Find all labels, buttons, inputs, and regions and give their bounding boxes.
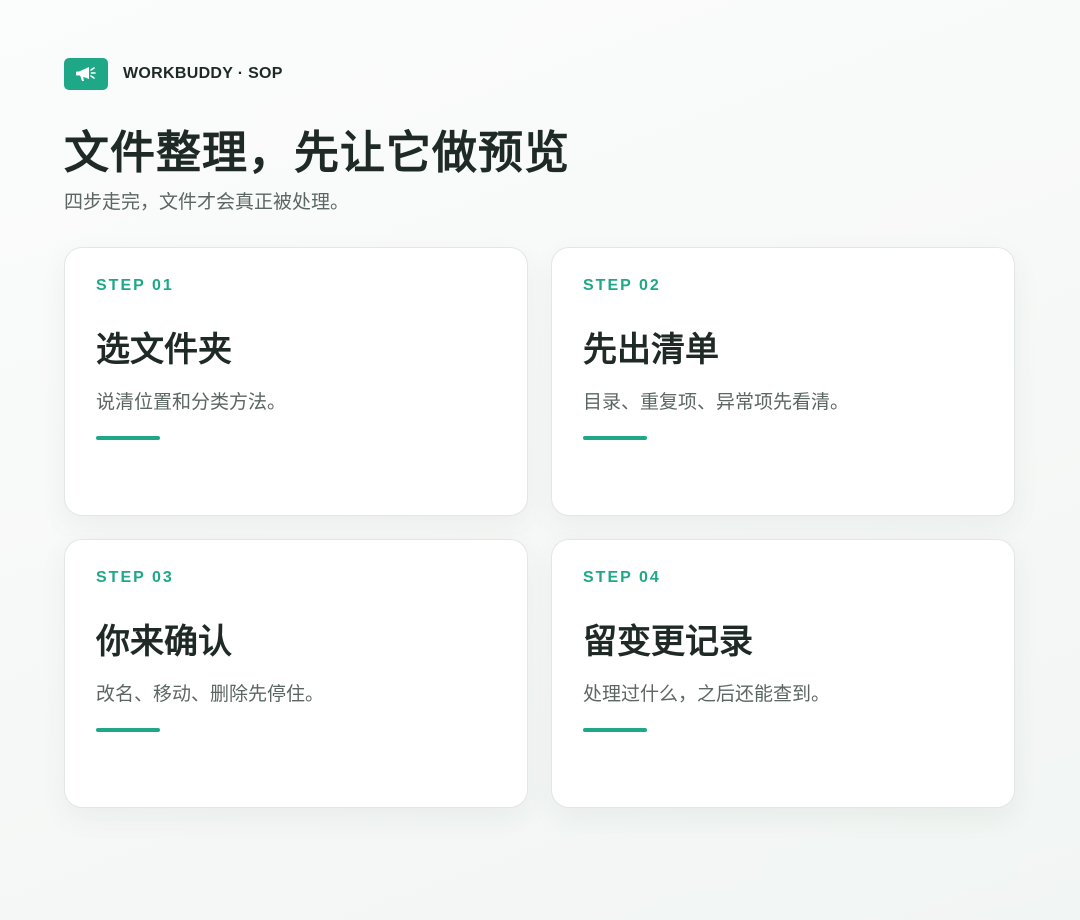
step-accent-bar <box>96 728 160 732</box>
step-card-02: STEP 02 先出清单 目录、重复项、异常项先看清。 <box>551 247 1015 516</box>
megaphone-icon <box>64 58 108 90</box>
step-label: STEP 02 <box>583 277 661 294</box>
brand-header: WORKBUDDY · SOP <box>64 58 283 90</box>
step-title: 先出清单 <box>583 330 719 370</box>
step-label: STEP 04 <box>583 569 661 586</box>
step-description: 改名、移动、删除先停住。 <box>96 683 325 705</box>
step-accent-bar <box>583 728 647 732</box>
step-label: STEP 03 <box>96 569 174 586</box>
step-card-01: STEP 01 选文件夹 说清位置和分类方法。 <box>64 247 528 516</box>
step-title: 选文件夹 <box>96 330 232 370</box>
step-card-04: STEP 04 留变更记录 处理过什么，之后还能查到。 <box>551 539 1015 808</box>
page-title: 文件整理，先让它做预览 <box>64 126 571 179</box>
step-description: 说清位置和分类方法。 <box>96 391 287 413</box>
step-accent-bar <box>583 436 647 440</box>
step-title: 你来确认 <box>96 622 232 662</box>
step-label: STEP 01 <box>96 277 174 294</box>
step-description: 目录、重复项、异常项先看清。 <box>583 391 850 413</box>
step-accent-bar <box>96 436 160 440</box>
brand-name: WORKBUDDY · SOP <box>123 65 283 82</box>
step-description: 处理过什么，之后还能查到。 <box>583 683 831 705</box>
step-card-03: STEP 03 你来确认 改名、移动、删除先停住。 <box>64 539 528 808</box>
step-title: 留变更记录 <box>583 622 753 662</box>
page-subtitle: 四步走完，文件才会真正被处理。 <box>64 191 350 213</box>
